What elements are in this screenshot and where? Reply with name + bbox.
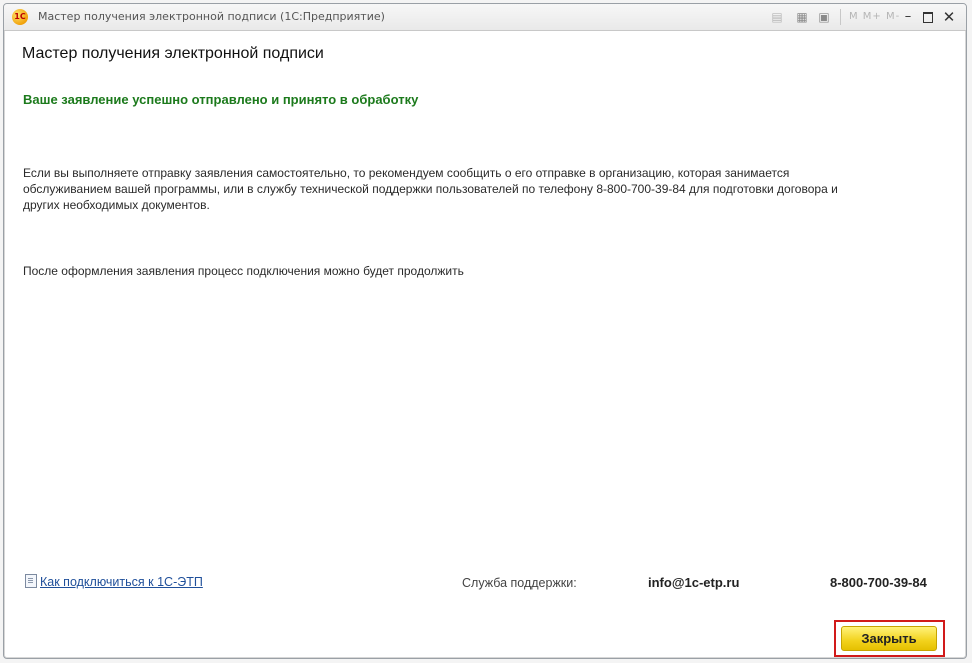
support-phone: 8-800-700-39-84 (830, 575, 927, 590)
memory-buttons[interactable]: M M+ M- (849, 11, 900, 22)
app-logo-icon: 1С (12, 9, 28, 25)
wizard-window: 1С Мастер получения электронной подписи … (3, 3, 967, 659)
title-bar: 1С Мастер получения электронной подписи … (4, 4, 966, 31)
how-to-connect-link[interactable]: Как подключиться к 1С-ЭТП (40, 575, 203, 589)
close-button-highlight: Закрыть (834, 620, 945, 657)
continue-note: После оформления заявления процесс подкл… (23, 264, 464, 278)
support-label: Служба поддержки: (462, 576, 577, 590)
document-icon[interactable]: ▤ (770, 10, 784, 24)
close-button[interactable]: Закрыть (841, 626, 937, 651)
info-line-2: обслуживанием вашей программы, или в слу… (23, 182, 838, 196)
help-link-block[interactable]: Как подключиться к 1С-ЭТП (25, 574, 203, 589)
info-line-1: Если вы выполняете отправку заявления са… (23, 166, 790, 180)
maximize-icon[interactable] (921, 10, 935, 24)
window-title: Мастер получения электронной подписи (1С… (38, 10, 385, 23)
toolbar-divider (840, 9, 841, 25)
support-email: info@1c-etp.ru (648, 575, 740, 590)
document-icon (25, 574, 37, 588)
wizard-content: Мастер получения электронной подписи Ваш… (22, 30, 948, 658)
calculator-icon[interactable]: ▦ (795, 10, 809, 24)
page-title: Мастер получения электронной подписи (22, 45, 324, 62)
success-message: Ваше заявление успешно отправлено и прин… (23, 92, 419, 107)
close-icon[interactable]: ✕ (942, 10, 956, 25)
minimize-icon[interactable]: – (901, 10, 915, 24)
info-paragraph: Если вы выполняете отправку заявления са… (23, 165, 923, 213)
calendar-icon[interactable]: ▣ (817, 10, 831, 24)
info-line-3: других необходимых документов. (23, 198, 210, 212)
